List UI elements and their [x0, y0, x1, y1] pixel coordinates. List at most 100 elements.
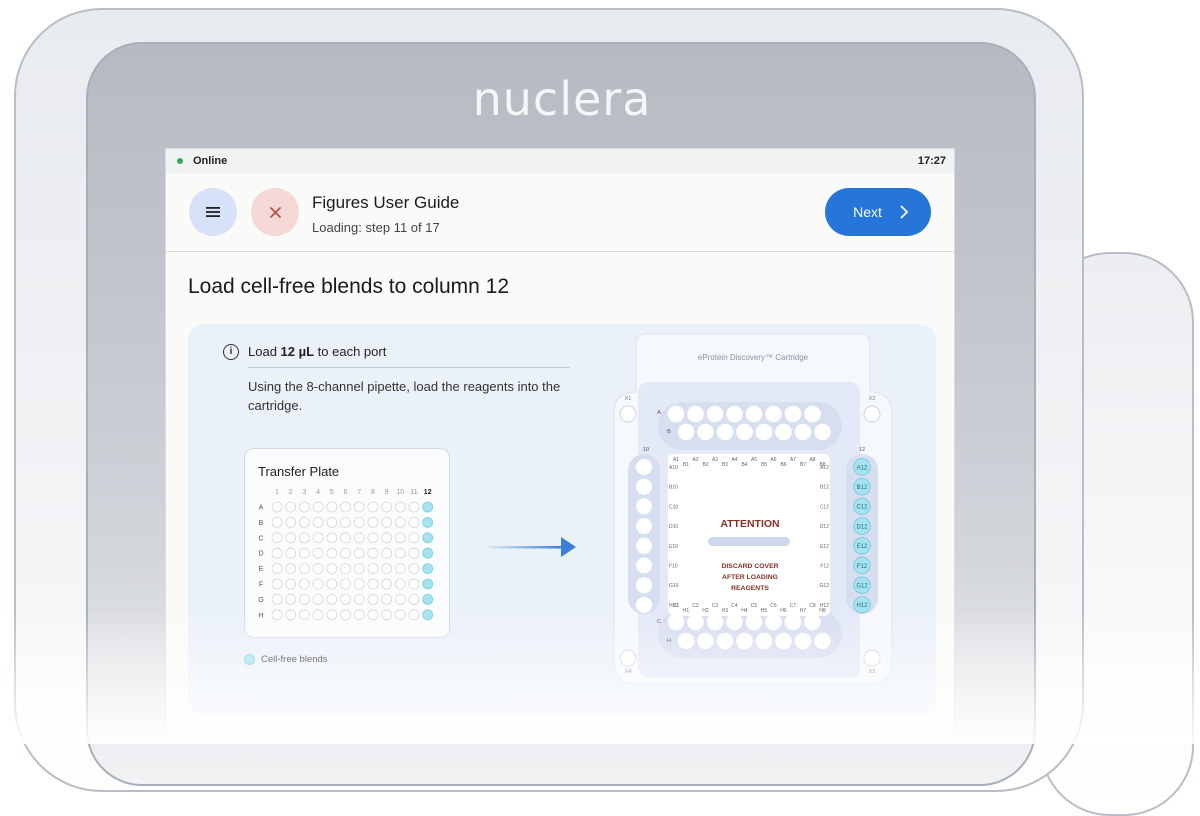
- plate-well: [394, 578, 406, 590]
- plate-well: [367, 501, 379, 513]
- inner-top-label: A7: [790, 457, 796, 463]
- bottom-port-c: [667, 613, 685, 631]
- next-button[interactable]: Next: [825, 188, 931, 236]
- right-port-label: E12: [857, 544, 868, 550]
- inner-bottom-label: H3: [722, 608, 729, 614]
- plate-well: [326, 578, 338, 590]
- top-port-a: [726, 405, 743, 423]
- left-port: [636, 537, 652, 554]
- plate-well: [422, 532, 434, 544]
- close-button[interactable]: [251, 188, 299, 236]
- plate-well: [408, 609, 420, 621]
- plate-well: [381, 532, 393, 544]
- next-label: Next: [853, 204, 882, 220]
- plate-well: [312, 609, 324, 621]
- plate-well: [408, 578, 420, 590]
- cartridge-diagram: eProtein Discovery™ Cartridge X1 X2 X3 X4 A B C…: [613, 333, 893, 685]
- info-icon: i: [223, 344, 239, 360]
- connection-status: Online: [193, 155, 228, 167]
- plate-well: [367, 563, 379, 574]
- top-port-a: [687, 405, 704, 423]
- plate-well: [394, 547, 406, 559]
- plate-well: [271, 609, 283, 621]
- inner-left-label: E10: [669, 544, 678, 550]
- right-port-label: C12: [856, 505, 868, 511]
- status-bar: Online 17:27: [166, 149, 954, 173]
- left-port: [636, 557, 652, 574]
- plate-well: [422, 501, 434, 513]
- plate-well: [299, 517, 310, 528]
- plate-well: [408, 563, 420, 574]
- plate-well: [285, 517, 297, 528]
- inner-left-label: B10: [669, 485, 678, 491]
- bottom-port-h: [814, 632, 831, 650]
- top-port-b: [755, 423, 773, 441]
- plate-well: [326, 517, 338, 528]
- guide-header: Figures User Guide Loading: step 11 of 1…: [166, 173, 954, 252]
- right-port-label: G12: [856, 584, 868, 590]
- inner-bottom-label: C8: [809, 603, 816, 609]
- plate-well: [422, 517, 434, 528]
- plate-well: [326, 547, 338, 559]
- plate-well: [367, 517, 379, 528]
- inner-right-label: E12: [820, 544, 829, 550]
- plate-well: [353, 532, 365, 544]
- corner-port-label: X1: [625, 396, 632, 402]
- legend-label: Cell-free blends: [261, 654, 328, 665]
- plate-well: [408, 547, 420, 559]
- bottom-row-label: C: [657, 619, 661, 625]
- plate-well: [381, 501, 393, 513]
- legend: Cell-free blends: [244, 654, 328, 665]
- plate-well: [353, 593, 365, 605]
- plate-well: [285, 593, 297, 605]
- plate-column-label: 9: [385, 489, 389, 496]
- top-port-b: [677, 423, 695, 441]
- plate-well: [353, 547, 365, 559]
- right-port-label: A12: [857, 465, 868, 471]
- plate-well: [312, 547, 324, 559]
- device-screen: Online 17:27 Figures User Guide Loading:…: [165, 148, 955, 736]
- bottom-port-h: [775, 632, 792, 650]
- left-port: [636, 518, 652, 535]
- inner-top-label: A1: [673, 457, 679, 463]
- inner-bottom-label: C3: [712, 603, 719, 609]
- plate-well: [394, 563, 406, 574]
- inner-top-label: A5: [751, 457, 757, 463]
- plate-row-label: E: [259, 566, 264, 573]
- plate-well: [312, 501, 324, 513]
- plate-well: [340, 501, 351, 513]
- menu-button[interactable]: [189, 188, 237, 236]
- online-indicator-icon: [177, 158, 183, 164]
- inner-left-label: G10: [669, 583, 679, 589]
- plate-well: [271, 532, 283, 544]
- plate-well: [394, 532, 406, 544]
- inner-bottom-label: H5: [761, 608, 768, 614]
- plate-row-label: G: [258, 597, 263, 604]
- plate-well: [340, 532, 351, 544]
- plate-well: [394, 501, 406, 513]
- plate-well: [340, 563, 351, 574]
- plate-well: [367, 593, 379, 605]
- inner-top-label: B4: [741, 462, 747, 468]
- attention-bar: [708, 537, 790, 546]
- top-port-b: [697, 423, 714, 441]
- inner-bottom-label: H2: [702, 608, 709, 614]
- inner-top-label: B1: [683, 462, 689, 468]
- right-column-label: 12: [859, 447, 865, 453]
- brand-logo: nuclera: [472, 72, 652, 126]
- guide-title: Figures User Guide: [312, 193, 460, 212]
- corner-port: [619, 649, 637, 667]
- plate-well: [285, 547, 297, 559]
- top-port-b: [814, 423, 831, 441]
- plate-well: [271, 593, 283, 605]
- plate-column-label: 10: [396, 489, 404, 496]
- inner-top-label: A6: [770, 457, 776, 463]
- top-port-b: [736, 423, 753, 441]
- inner-right-label: B12: [820, 485, 829, 491]
- bottom-row-label: H: [667, 638, 671, 644]
- plate-well: [394, 517, 406, 528]
- inner-left-label: C10: [669, 504, 678, 510]
- legend-swatch: [244, 654, 255, 665]
- plate-well: [312, 517, 324, 528]
- inner-bottom-label: H7: [800, 608, 807, 614]
